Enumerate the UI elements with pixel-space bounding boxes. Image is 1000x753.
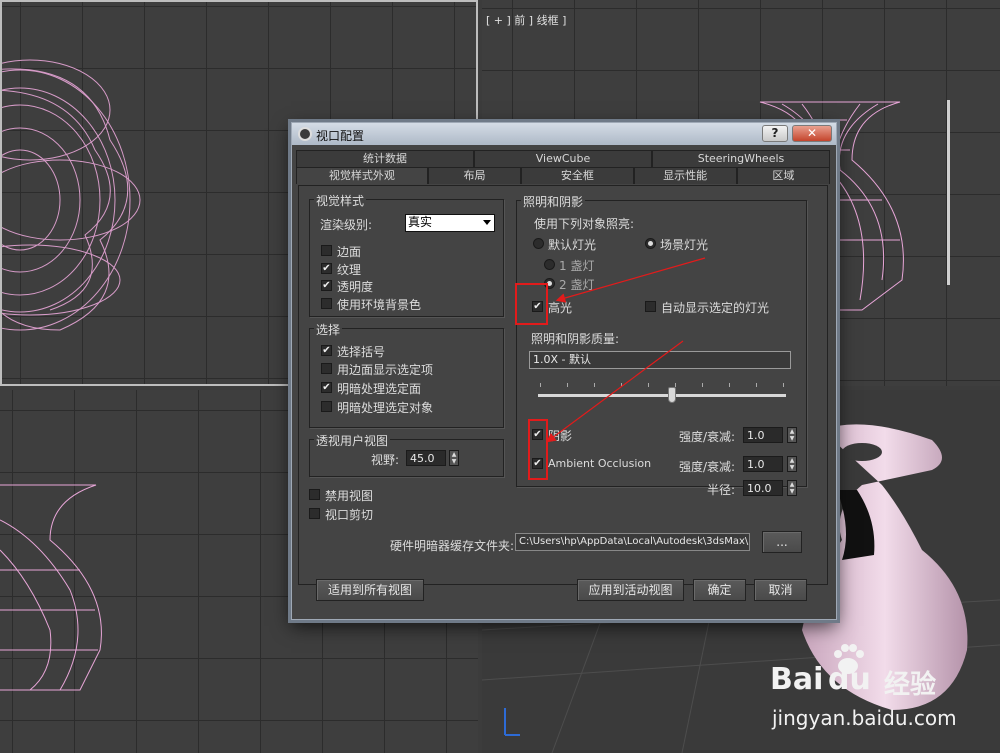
ao-intensity-input[interactable]: 1.0 [743, 456, 783, 472]
chevron-down-icon [483, 220, 491, 225]
textures-label: 纹理 [337, 263, 362, 277]
tab-steeringwheels[interactable]: SteeringWheels [652, 150, 830, 167]
axis-gizmo-icon [504, 708, 520, 736]
radius-spinner[interactable]: ▲ ▼ [787, 480, 797, 496]
quality-label: 照明和阴影质量: [531, 332, 620, 346]
fov-label: 视野: [371, 453, 400, 467]
shade-objects-checkbox[interactable] [321, 401, 332, 412]
edged-selected-checkbox[interactable] [321, 363, 332, 374]
auto-display-lights-checkbox[interactable] [645, 301, 656, 312]
env-bg-label: 使用环境背景色 [337, 298, 422, 312]
textures-checkbox[interactable]: ✔ [321, 263, 332, 274]
env-bg-checkbox[interactable] [321, 298, 332, 309]
shadows-annotation-box [528, 419, 548, 480]
slider-tick [648, 383, 649, 387]
dialog-titlebar[interactable]: 视口配置 ? ✕ [292, 123, 836, 145]
cancel-button[interactable]: 取消 [754, 579, 807, 601]
edged-selected-label: 用边面显示选定项 [337, 363, 434, 377]
selection-brackets-label: 选择括号 [337, 345, 386, 359]
slider-tick [540, 383, 541, 387]
fov-spinner[interactable]: ▲ ▼ [449, 450, 459, 466]
cache-folder-path[interactable]: C:\Users\hp\AppData\Local\Autodesk\3dsMa… [515, 533, 750, 551]
slider-tick [783, 383, 784, 387]
shadow-intensity-spinner[interactable]: ▲ ▼ [787, 427, 797, 443]
visual-style-title: 视觉样式 [314, 192, 367, 209]
render-level-select[interactable]: 真实 [405, 214, 495, 232]
shade-objects-label: 明暗处理选定对象 [337, 401, 434, 415]
viewport-label[interactable]: [ + ] 前 ] 线框 ] [486, 12, 566, 28]
scene-lights-label: 场景灯光 [660, 238, 709, 252]
slider-tick [729, 383, 730, 387]
tab-regions[interactable]: 区域 [736, 167, 830, 184]
quality-slider-thumb[interactable] [667, 387, 676, 403]
tab-display-performance[interactable]: 显示性能 [633, 167, 737, 184]
tab-statistics[interactable]: 统计数据 [296, 150, 474, 167]
slider-tick [594, 383, 595, 387]
shadows-label: 阴影 [548, 429, 573, 443]
selection-title: 选择 [314, 321, 343, 338]
radius-input[interactable]: 10.0 [743, 480, 783, 496]
tab-viewcube[interactable]: ViewCube [474, 150, 652, 167]
cache-folder-label: 硬件明暗器缓存文件夹: [390, 539, 515, 553]
apply-all-views-button[interactable]: 适用到所有视图 [316, 579, 424, 601]
baidu-watermark: Bai du 经验 jingyan.baidu.com [766, 644, 996, 750]
edged-faces-label: 边面 [337, 245, 362, 259]
browse-button[interactable]: ... [762, 531, 802, 553]
watermark-url: jingyan.baidu.com [772, 706, 957, 730]
default-lights-radio[interactable] [533, 238, 544, 249]
default-lights-label: 默认灯光 [548, 238, 597, 252]
fov-input[interactable]: 45.0 [406, 450, 446, 466]
one-light-radio[interactable] [544, 259, 555, 270]
ao-intensity-label: 强度/衰减: [679, 460, 736, 474]
lighting-title: 照明和阴影 [521, 193, 586, 210]
quality-slider-track[interactable] [538, 394, 786, 397]
shadow-intensity-input[interactable]: 1.0 [743, 427, 783, 443]
edged-faces-checkbox[interactable] [321, 245, 332, 256]
tab-row-2: 视觉样式外观 布局 安全框 显示性能 区域 [296, 167, 830, 184]
close-button[interactable]: ✕ [792, 125, 832, 142]
quality-display: 1.0X - 默认 [529, 351, 791, 369]
shade-faces-checkbox[interactable]: ✔ [321, 382, 332, 393]
render-level-value: 真实 [408, 215, 433, 229]
shade-faces-label: 明暗处理选定面 [337, 382, 422, 396]
disable-view-label: 禁用视图 [325, 489, 374, 503]
watermark-brand-suffix: 经验 [884, 670, 937, 700]
help-button[interactable]: ? [762, 125, 788, 142]
radius-label: 半径: [707, 483, 736, 497]
highlight-annotation-box [515, 283, 548, 325]
slider-tick [567, 383, 568, 387]
viewport-clip-checkbox[interactable] [309, 508, 320, 519]
selection-brackets-checkbox[interactable]: ✔ [321, 345, 332, 356]
disable-view-checkbox[interactable] [309, 489, 320, 500]
one-light-label: 1 盏灯 [559, 259, 595, 273]
tab-strip: 统计数据 ViewCube SteeringWheels 视觉样式外观 布局 安… [296, 150, 830, 184]
render-level-label: 渲染级别: [320, 218, 373, 232]
highlights-label: 高光 [548, 301, 573, 315]
tab-layout[interactable]: 布局 [427, 167, 522, 184]
ao-label: Ambient Occlusion [548, 457, 652, 470]
ok-button[interactable]: 确定 [693, 579, 746, 601]
slider-tick [702, 383, 703, 387]
watermark-brand: Bai [770, 662, 824, 697]
transparency-label: 透明度 [337, 280, 374, 294]
viewport-clip-label: 视口剪切 [325, 508, 374, 522]
shadow-intensity-label: 强度/衰减: [679, 430, 736, 444]
slider-tick [756, 383, 757, 387]
auto-display-lights-label: 自动显示选定的灯光 [661, 301, 770, 315]
tab-safe-frame[interactable]: 安全框 [521, 167, 634, 184]
tab-visual-style[interactable]: 视觉样式外观 [296, 167, 428, 184]
slider-tick [621, 383, 622, 387]
perspective-title: 透视用户视图 [314, 432, 391, 449]
use-lights-label: 使用下列对象照亮: [534, 217, 635, 231]
two-lights-label: 2 盏灯 [559, 278, 595, 292]
apply-active-view-button[interactable]: 应用到活动视图 [577, 579, 684, 601]
dialog-title: 视口配置 [316, 129, 365, 143]
ao-intensity-spinner[interactable]: ▲ ▼ [787, 456, 797, 472]
tab-row-1: 统计数据 ViewCube SteeringWheels [296, 150, 830, 167]
transparency-checkbox[interactable]: ✔ [321, 280, 332, 291]
app-icon [298, 127, 312, 141]
scene-lights-radio[interactable] [645, 238, 656, 249]
